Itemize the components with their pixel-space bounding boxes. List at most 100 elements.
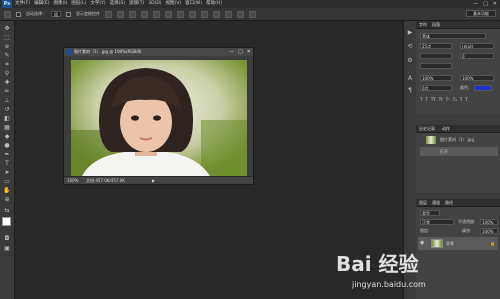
tab-paragraph[interactable]: 段落 [432, 21, 440, 28]
distribute-right-icon[interactable] [237, 10, 244, 18]
font-size-field[interactable]: 25点 [420, 43, 452, 49]
minimize-button[interactable]: — [473, 1, 478, 7]
distribute-bottom-icon[interactable] [201, 10, 208, 18]
menu-view[interactable]: 视图(V) [166, 0, 182, 8]
crop-tool-icon[interactable]: ⌗ [3, 61, 11, 68]
scale-percent-field[interactable] [420, 63, 452, 69]
close-button[interactable]: ✕ [493, 1, 497, 7]
history-item-open[interactable]: 打开 [420, 147, 498, 156]
clone-stamp-tool-icon[interactable]: ⊥ [3, 97, 11, 104]
underline-button[interactable]: T [460, 97, 462, 103]
zoom-tool-icon[interactable]: ⊕ [3, 196, 11, 203]
small-caps-button[interactable]: Tt [439, 97, 443, 103]
leading-field[interactable]: (自动) [460, 43, 494, 49]
menu-image[interactable]: 图像(I) [53, 0, 67, 8]
document-close-button[interactable]: ✕ [247, 48, 251, 56]
tab-history[interactable]: 历史记录 [419, 125, 435, 132]
tab-channels[interactable]: 通道 [432, 199, 440, 206]
lasso-tool-icon[interactable]: ɵ [3, 43, 11, 50]
quick-mask-icon[interactable]: ◘ [3, 235, 11, 242]
baseline-shift-field[interactable]: 0点 [420, 85, 452, 91]
play-action-icon[interactable]: ▶ [406, 29, 414, 37]
pen-tool-icon[interactable]: ✒ [3, 151, 11, 158]
distribute-left-icon[interactable] [213, 10, 220, 18]
eraser-tool-icon[interactable]: ◧ [3, 115, 11, 122]
quick-select-tool-icon[interactable]: ✎ [3, 52, 11, 59]
align-left-icon[interactable] [141, 10, 148, 18]
type-tool-icon[interactable]: T [3, 160, 11, 167]
status-menu-arrow-icon[interactable]: ▶ [152, 177, 155, 184]
marquee-tool-icon[interactable]: ⬚ [3, 34, 11, 41]
blend-mode-select[interactable]: 正常 [420, 219, 454, 225]
distribute-top-icon[interactable] [177, 10, 184, 18]
paragraph-panel-icon[interactable]: ¶ [406, 87, 414, 95]
faux-italic-button[interactable]: T [425, 97, 427, 103]
tracking-field[interactable]: 0 [460, 53, 494, 59]
distribute-middle-icon[interactable] [189, 10, 196, 18]
auto-align-icon[interactable] [249, 10, 256, 18]
menu-type[interactable]: 文字(Y) [90, 0, 105, 8]
menu-filter[interactable]: 滤镜(T) [129, 0, 144, 8]
history-snapshot[interactable]: 图片素材（1）.jpg [420, 135, 498, 144]
vertical-scale-field[interactable]: 100% [420, 75, 452, 81]
hand-tool-icon[interactable]: ✋ [3, 187, 11, 194]
zoom-level[interactable]: 100% [67, 177, 78, 184]
menu-help[interactable]: 帮助(H) [206, 0, 222, 8]
move-tool-icon[interactable] [4, 10, 11, 18]
superscript-button[interactable]: T¹ [446, 97, 450, 103]
document-canvas[interactable] [71, 60, 247, 178]
tool-presets-icon[interactable]: ⚙ [406, 57, 414, 65]
history-panel-icon[interactable]: ⟲ [406, 43, 414, 51]
strikethrough-button[interactable]: T [465, 97, 467, 103]
history-brush-tool-icon[interactable]: ↺ [3, 106, 11, 113]
path-select-tool-icon[interactable]: ➤ [3, 169, 11, 176]
distribute-center-icon[interactable] [225, 10, 232, 18]
character-panel-icon[interactable]: A [406, 75, 414, 83]
layer-filter-kind[interactable]: 类型 [420, 210, 440, 216]
menu-window[interactable]: 窗口(W) [185, 0, 202, 8]
foreground-color-swatch[interactable] [2, 217, 11, 226]
align-bottom-icon[interactable] [129, 10, 136, 18]
healing-brush-tool-icon[interactable]: ✚ [3, 79, 11, 86]
dodge-tool-icon[interactable]: ● [3, 142, 11, 149]
brush-tool-icon[interactable]: ✏ [3, 88, 11, 95]
document-maximize-button[interactable]: □ [238, 48, 243, 56]
tab-layers[interactable]: 图层 [419, 199, 427, 206]
screen-mode-icon[interactable]: ▣ [3, 245, 11, 252]
opacity-field[interactable]: 100% [480, 219, 498, 225]
shape-tool-icon[interactable]: ▭ [3, 178, 11, 185]
workspace-dropdown[interactable]: 基本功能 [466, 10, 496, 17]
tab-paths[interactable]: 路径 [445, 199, 453, 206]
document-window[interactable]: 图片素材（1）.jpg @ 100%(RGB/8) — □ ✕ 100% 文档:… [63, 47, 254, 185]
align-middle-icon[interactable] [117, 10, 124, 18]
all-caps-button[interactable]: TT [431, 97, 436, 103]
auto-select-dropdown[interactable]: 组 [51, 11, 61, 17]
text-color-swatch[interactable] [474, 85, 492, 91]
maximize-button[interactable]: □ [483, 1, 488, 7]
align-right-icon[interactable] [165, 10, 172, 18]
tab-actions[interactable]: 动作 [442, 125, 450, 132]
auto-select-checkbox[interactable] [16, 11, 21, 17]
align-center-icon[interactable] [153, 10, 160, 18]
swap-colors-icon[interactable]: ⇆ [3, 207, 11, 214]
menu-select[interactable]: 选择(S) [110, 0, 125, 8]
menu-layer[interactable]: 图层(L) [71, 0, 86, 8]
blur-tool-icon[interactable]: ◆ [3, 133, 11, 140]
font-family-select[interactable]: 黑体 [420, 33, 486, 39]
document-title-bar[interactable]: 图片素材（1）.jpg @ 100%(RGB/8) — □ ✕ [64, 48, 253, 56]
visibility-eye-icon[interactable]: ◉ [420, 240, 424, 246]
eyedropper-tool-icon[interactable]: ⚲ [3, 70, 11, 77]
kerning-field[interactable] [420, 53, 452, 59]
menu-3d[interactable]: 3D(D) [148, 0, 161, 8]
menu-edit[interactable]: 编辑(E) [34, 0, 49, 8]
subscript-button[interactable]: T₁ [453, 97, 457, 103]
horizontal-scale-field[interactable]: 100% [460, 75, 494, 81]
gradient-tool-icon[interactable]: ▦ [3, 124, 11, 131]
show-transform-checkbox[interactable] [66, 11, 71, 17]
tab-character[interactable]: 字符 [419, 21, 427, 28]
fill-field[interactable]: 100% [480, 228, 498, 234]
faux-bold-button[interactable]: T [420, 97, 422, 103]
align-top-icon[interactable] [105, 10, 112, 18]
move-tool-icon[interactable]: ✥ [3, 25, 11, 32]
menu-file[interactable]: 文件(F) [15, 0, 30, 8]
